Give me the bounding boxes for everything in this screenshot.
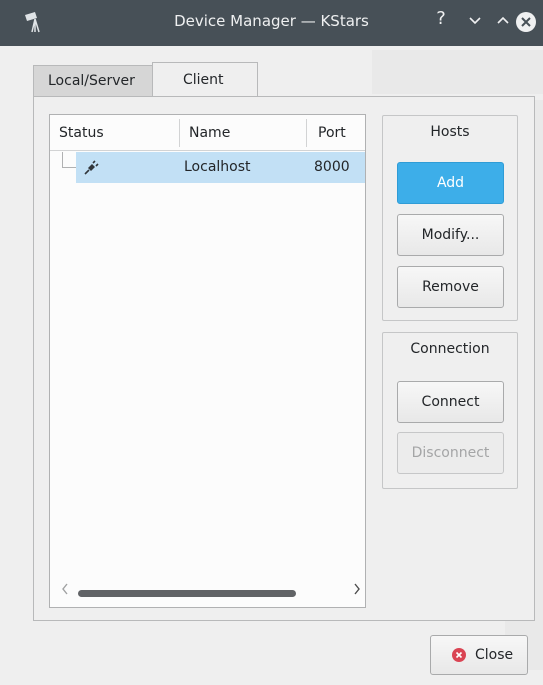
hosts-group-title: Hosts	[430, 124, 470, 140]
horizontal-scrollbar[interactable]	[50, 578, 365, 606]
scroll-left-icon[interactable]	[60, 582, 70, 596]
scrollbar-track[interactable]	[78, 590, 346, 597]
table-row[interactable]: Localhost 8000	[76, 152, 365, 183]
window-title: Device Manager — KStars	[174, 12, 369, 30]
column-header-status[interactable]: Status	[59, 115, 104, 151]
column-divider[interactable]	[179, 119, 180, 147]
host-port-cell: 8000	[314, 159, 350, 175]
column-header-port[interactable]: Port	[318, 115, 346, 151]
tree-branch-line	[62, 167, 76, 168]
connect-button[interactable]: Connect	[397, 381, 504, 423]
add-host-button[interactable]: Add	[397, 162, 504, 204]
plug-icon	[84, 160, 99, 175]
tree-branch-line	[62, 152, 63, 167]
table-header: Status Name Port	[50, 115, 365, 151]
column-divider[interactable]	[306, 119, 307, 147]
close-button[interactable]: Close	[430, 635, 528, 675]
connection-group-title: Connection	[410, 341, 490, 357]
column-header-name[interactable]: Name	[189, 115, 230, 151]
hosts-group: Hosts Add Modify... Remove	[382, 115, 518, 321]
tab-client[interactable]: Client	[152, 62, 258, 98]
host-name-cell: Localhost	[184, 159, 251, 175]
maximize-icon[interactable]	[492, 10, 514, 32]
help-button[interactable]: ?	[430, 8, 452, 30]
hosts-table[interactable]: Status Name Port Localhost 8000	[49, 114, 366, 608]
minimize-icon[interactable]	[464, 10, 486, 32]
close-circle-icon	[452, 648, 466, 662]
close-window-icon[interactable]	[515, 11, 537, 33]
close-button-label: Close	[475, 647, 514, 663]
scrollbar-thumb[interactable]	[78, 590, 296, 597]
background-window-ghost	[372, 50, 543, 94]
scroll-right-icon[interactable]	[352, 582, 362, 596]
modify-host-button[interactable]: Modify...	[397, 214, 504, 256]
remove-host-button[interactable]: Remove	[397, 266, 504, 308]
title-bar: Device Manager — KStars ?	[0, 0, 543, 46]
connection-group: Connection Connect Disconnect	[382, 332, 518, 489]
disconnect-button: Disconnect	[397, 432, 504, 474]
tab-local-server[interactable]: Local/Server	[33, 65, 153, 98]
